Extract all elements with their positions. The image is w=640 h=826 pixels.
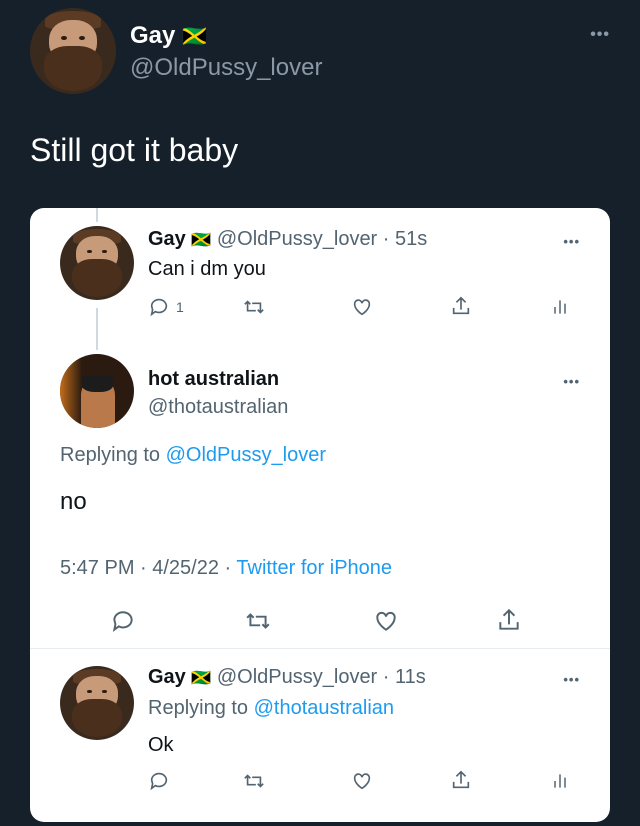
tweet2-meta: 5:47 PM · 4/25/22 · Twitter for iPhone	[60, 557, 392, 580]
thread-line	[96, 208, 98, 222]
replying-to-link[interactable]: @OldPussy_lover	[166, 444, 326, 466]
share-button[interactable]	[496, 606, 522, 634]
more-icon[interactable]: •••	[563, 234, 580, 249]
retweet-icon	[244, 300, 264, 314]
tweet2-source-link[interactable]: Twitter for iPhone	[236, 557, 392, 579]
replying-to-link[interactable]: @thotaustralian	[254, 697, 394, 719]
jamaica-flag-icon: 🇯🇲	[191, 232, 212, 249]
replying-to-label: Replying to	[60, 444, 161, 466]
retweet-icon	[246, 613, 270, 629]
tweet3-replying-line: Replying to @thotaustralian	[148, 697, 394, 720]
analytics-button[interactable]	[550, 770, 570, 792]
like-icon	[376, 611, 396, 631]
tweet1-avatar[interactable]	[60, 226, 134, 300]
like-button[interactable]	[350, 296, 374, 318]
tweet1-name[interactable]: Gay	[148, 228, 186, 250]
tweet3-text: Ok	[148, 734, 174, 756]
tweet1-header: Gay 🇯🇲 @OldPussy_lover · 51s	[148, 228, 427, 251]
tweet3-header: Gay 🇯🇲 @OldPussy_lover · 11s	[148, 666, 426, 689]
thread-line	[96, 308, 98, 350]
share-icon	[452, 296, 470, 315]
share-button[interactable]	[450, 294, 472, 318]
tweet2-timestamp[interactable]: 5:47 PM · 4/25/22 ·	[60, 557, 236, 579]
retweet-icon	[244, 774, 264, 788]
share-icon	[499, 608, 519, 630]
tweet2-name[interactable]: hot australian	[148, 368, 279, 391]
divider	[30, 648, 610, 649]
author-name-text: Gay	[130, 22, 176, 49]
replying-to-label: Replying to	[148, 697, 249, 719]
tweet3-time[interactable]: · 11s	[383, 666, 426, 688]
like-button[interactable]	[372, 608, 400, 634]
reply-button[interactable]	[110, 608, 136, 634]
retweet-button[interactable]	[242, 770, 266, 792]
tweet2-text: no	[60, 488, 87, 515]
like-icon	[353, 299, 371, 316]
reply-button[interactable]: 1	[148, 296, 184, 318]
jamaica-flag-icon: 🇯🇲	[182, 26, 207, 48]
tweet2-handle[interactable]: @thotaustralian	[148, 396, 288, 419]
reply-count: 1	[176, 299, 184, 315]
tweet2-avatar[interactable]	[60, 354, 134, 428]
retweet-button[interactable]	[242, 296, 266, 318]
more-icon[interactable]: •••	[563, 672, 580, 687]
more-icon[interactable]: •••	[563, 374, 580, 389]
author-avatar[interactable]	[30, 8, 116, 94]
reply-icon	[112, 611, 133, 632]
tweet3-handle[interactable]: @OldPussy_lover	[217, 666, 377, 688]
tweet1-time[interactable]: · 51s	[383, 228, 427, 250]
tweet1-handle[interactable]: @OldPussy_lover	[217, 228, 377, 250]
retweet-button[interactable]	[244, 608, 272, 634]
analytics-icon	[554, 300, 566, 314]
tweet3-avatar[interactable]	[60, 666, 134, 740]
tweet2-replying-line: Replying to @OldPussy_lover	[60, 444, 326, 467]
jamaica-flag-icon: 🇯🇲	[191, 670, 212, 687]
like-button[interactable]	[350, 770, 374, 792]
more-icon[interactable]: •••	[590, 26, 610, 44]
tweet3-name[interactable]: Gay	[148, 666, 186, 688]
tweet1-text: Can i dm you	[148, 258, 266, 280]
author-handle[interactable]: @OldPussy_lover	[130, 54, 322, 82]
embedded-thread-card: Gay 🇯🇲 @OldPussy_lover · 51s ••• Can i d…	[30, 208, 610, 822]
share-button[interactable]	[450, 768, 472, 792]
analytics-icon	[554, 774, 566, 788]
share-icon	[452, 770, 470, 789]
like-icon	[353, 773, 371, 790]
reply-button[interactable]	[148, 770, 170, 792]
reply-icon	[150, 772, 168, 791]
analytics-button[interactable]	[550, 296, 570, 318]
author-name[interactable]: Gay 🇯🇲	[130, 22, 207, 50]
tweet-text: Still got it baby	[30, 132, 239, 168]
reply-icon	[150, 298, 168, 317]
